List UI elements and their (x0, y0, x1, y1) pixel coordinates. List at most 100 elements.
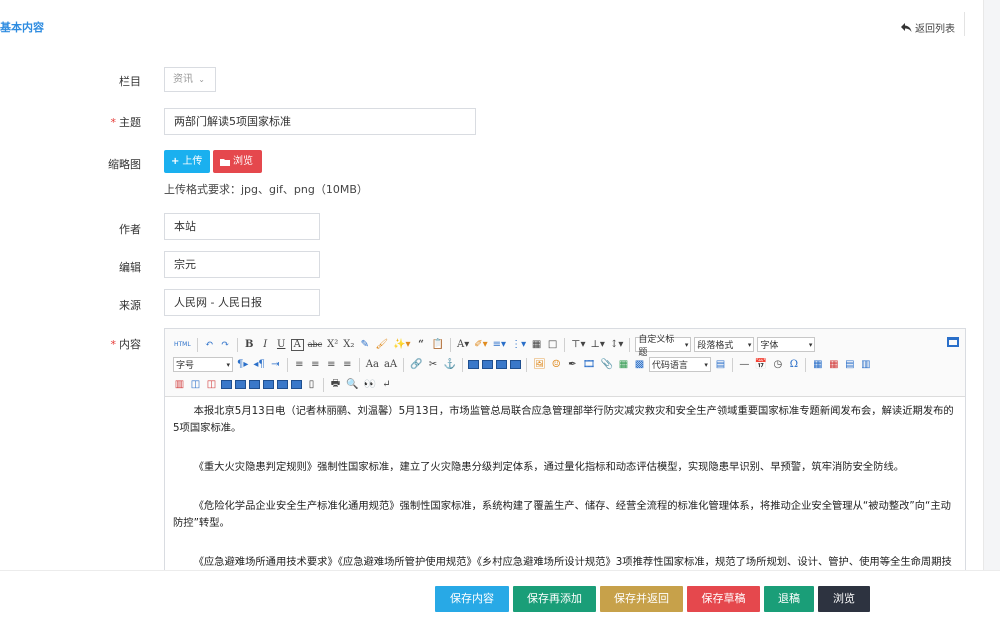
eraser-icon[interactable]: ✎ (358, 337, 371, 352)
search-replace-icon[interactable]: 👀 (362, 377, 376, 392)
time-icon[interactable]: ◷ (771, 357, 784, 372)
image-icon[interactable]: 🖼 (532, 357, 547, 372)
blockquote-icon[interactable]: “ (415, 337, 428, 352)
code-language-select[interactable]: 代码语言 ▾ (648, 357, 711, 372)
insert-frame-icon[interactable]: ▩ (633, 357, 646, 372)
rich-text-editor[interactable]: HTML ↶ ↷ B I U A abc X² X₂ ✎ 🖌 ✨▾ “ 📋 A▾… (164, 328, 966, 570)
map-icon[interactable]: ▦ (617, 357, 630, 372)
header-divider (964, 12, 965, 36)
row-spacing-bottom-icon[interactable]: ⊥▾ (590, 337, 606, 352)
align-center-icon[interactable]: ≡ (309, 357, 322, 372)
delete-col-icon[interactable]: ◫ (205, 377, 218, 392)
source-label: 来源 (119, 299, 141, 312)
plus-icon: + (171, 156, 180, 167)
auto-format-icon[interactable]: ✨▾ (392, 337, 411, 352)
content-label: * 内容 (110, 338, 142, 351)
align-left-icon[interactable]: ≡ (293, 357, 306, 372)
emotion-icon[interactable]: ☺ (550, 357, 563, 372)
back-to-list-label: 返回列表 (915, 24, 955, 35)
paste-plain-icon[interactable]: 📋 (431, 337, 445, 352)
column-select[interactable]: 资讯 ⌄ (164, 67, 216, 92)
link-icon[interactable]: 🔗 (409, 357, 423, 372)
italic-icon[interactable]: I (259, 337, 272, 352)
save-button[interactable]: 保存内容 (435, 586, 509, 612)
html-source-icon[interactable]: HTML (173, 337, 192, 352)
to-uppercase-icon[interactable]: Aa (365, 357, 380, 372)
back-to-list-link[interactable]: 返回列表 (901, 20, 955, 35)
font-color-icon[interactable]: A▾ (456, 337, 470, 352)
delete-table-icon[interactable]: ▦ (827, 357, 840, 372)
author-label: 作者 (119, 223, 141, 236)
content-paragraph: 《危险化学品企业安全生产标准化通用规范》强制性国家标准，系统构建了覆盖生产、储存… (173, 500, 951, 529)
horizontal-rule-icon[interactable]: — (738, 357, 751, 372)
strikethrough-icon[interactable]: abc (307, 337, 323, 352)
video-icon[interactable]: 🎞 (582, 357, 597, 372)
author-input[interactable]: 本站 (164, 213, 320, 240)
underline-icon[interactable]: U (275, 337, 288, 352)
delete-row-icon[interactable]: ▥ (173, 377, 186, 392)
redo-icon[interactable]: ↷ (219, 337, 232, 352)
rtl-icon[interactable]: ◂¶ (252, 357, 265, 372)
browse-button[interactable]: 浏览 (213, 150, 262, 173)
upload-button[interactable]: + 上传 (164, 150, 210, 173)
highlight-icon[interactable]: ✐▾ (473, 337, 488, 352)
unlink-icon[interactable]: ✂ (427, 357, 440, 372)
line-height-icon[interactable]: ↕▾ (609, 337, 624, 352)
unordered-list-icon[interactable]: ⋮▾ (510, 337, 527, 352)
action-bar: 保存内容 保存再添加 保存并返回 保存草稿 退稿 浏览 (0, 570, 1000, 618)
required-mark: * (110, 116, 117, 129)
form-card: 基本内容 返回列表 栏目 资讯 ⌄ * 主题 两部门解读5项国家标准 缩略图 + … (0, 0, 984, 570)
content-paragraph: 本报北京5月13日电（记者林丽鹂、刘温馨）5月13日，市场监管总局联合应急管理部… (173, 405, 954, 434)
preview-button[interactable]: 浏览 (818, 586, 870, 612)
date-icon[interactable]: 📅 (754, 357, 768, 372)
to-lowercase-icon[interactable]: aA (383, 357, 398, 372)
paragraph-format-select[interactable]: 段落格式 ▾ (694, 337, 755, 352)
align-justify-icon[interactable]: ≡ (341, 357, 354, 372)
bold-icon[interactable]: B (243, 337, 256, 352)
reject-button[interactable]: 退稿 (764, 586, 814, 612)
reply-arrow-icon (901, 23, 912, 32)
source-input[interactable]: 人民网 - 人民日报 (164, 289, 320, 316)
scrawl-icon[interactable]: ✒ (566, 357, 579, 372)
indent-icon[interactable]: ⇥ (269, 357, 282, 372)
custom-title-select[interactable]: 自定义标题 ▾ (635, 335, 692, 358)
template-icon[interactable]: ▤ (714, 357, 727, 372)
editor-label: 编辑 (119, 261, 141, 274)
insert-table-icon[interactable]: ▦ (811, 357, 824, 372)
print-icon[interactable]: 🖶 (329, 377, 342, 392)
save-and-add-button[interactable]: 保存再添加 (513, 586, 596, 612)
cell-blank-icon[interactable]: ▯ (305, 377, 318, 392)
attachment-icon[interactable]: 📎 (599, 357, 613, 372)
save-and-return-button[interactable]: 保存并返回 (600, 586, 683, 612)
editor-content[interactable]: 本报北京5月13日电（记者林丽鹂、刘温馨）5月13日，市场监管总局联合应急管理部… (165, 397, 965, 570)
format-painter-icon[interactable]: 🖌 (374, 337, 389, 352)
ltr-icon[interactable]: ¶▸ (236, 357, 249, 372)
align-right-icon[interactable]: ≡ (325, 357, 338, 372)
preview-icon[interactable]: 🔍 (345, 377, 359, 392)
undo-icon[interactable]: ↶ (203, 337, 216, 352)
enter-icon[interactable]: ↵ (380, 377, 393, 392)
insert-col-icon[interactable]: ◫ (189, 377, 202, 392)
subscript-icon[interactable]: X₂ (342, 337, 355, 352)
editor-input[interactable]: 宗元 (164, 251, 320, 278)
special-chars-icon[interactable]: Ω (787, 357, 800, 372)
insert-paragraph-before-table-icon[interactable]: ▤ (843, 357, 856, 372)
subject-input[interactable]: 两部门解读5项国家标准 (164, 108, 476, 135)
column-label: 栏目 (119, 75, 141, 88)
chevron-down-icon: ⌄ (198, 75, 205, 84)
save-draft-button[interactable]: 保存草稿 (687, 586, 760, 612)
fullscreen-icon[interactable] (947, 337, 959, 347)
select-all-icon[interactable]: ▦ (530, 337, 543, 352)
thumbnail-label: 缩略图 (108, 158, 141, 171)
row-spacing-top-icon[interactable]: ⊤▾ (570, 337, 586, 352)
clear-doc-icon[interactable]: □ (546, 337, 559, 352)
ordered-list-icon[interactable]: ≡▾ (492, 337, 507, 352)
font-border-icon[interactable]: A (290, 338, 304, 351)
font-size-select[interactable]: 字号 ▾ (173, 357, 233, 372)
section-title: 基本内容 (0, 21, 44, 34)
editor-toolbar: HTML ↶ ↷ B I U A abc X² X₂ ✎ 🖌 ✨▾ “ 📋 A▾… (165, 329, 965, 397)
font-family-select[interactable]: 字体 ▾ (757, 337, 816, 352)
superscript-icon[interactable]: X² (326, 337, 339, 352)
insert-row-icon[interactable]: ▥ (859, 357, 872, 372)
anchor-icon[interactable]: ⚓ (443, 357, 457, 372)
